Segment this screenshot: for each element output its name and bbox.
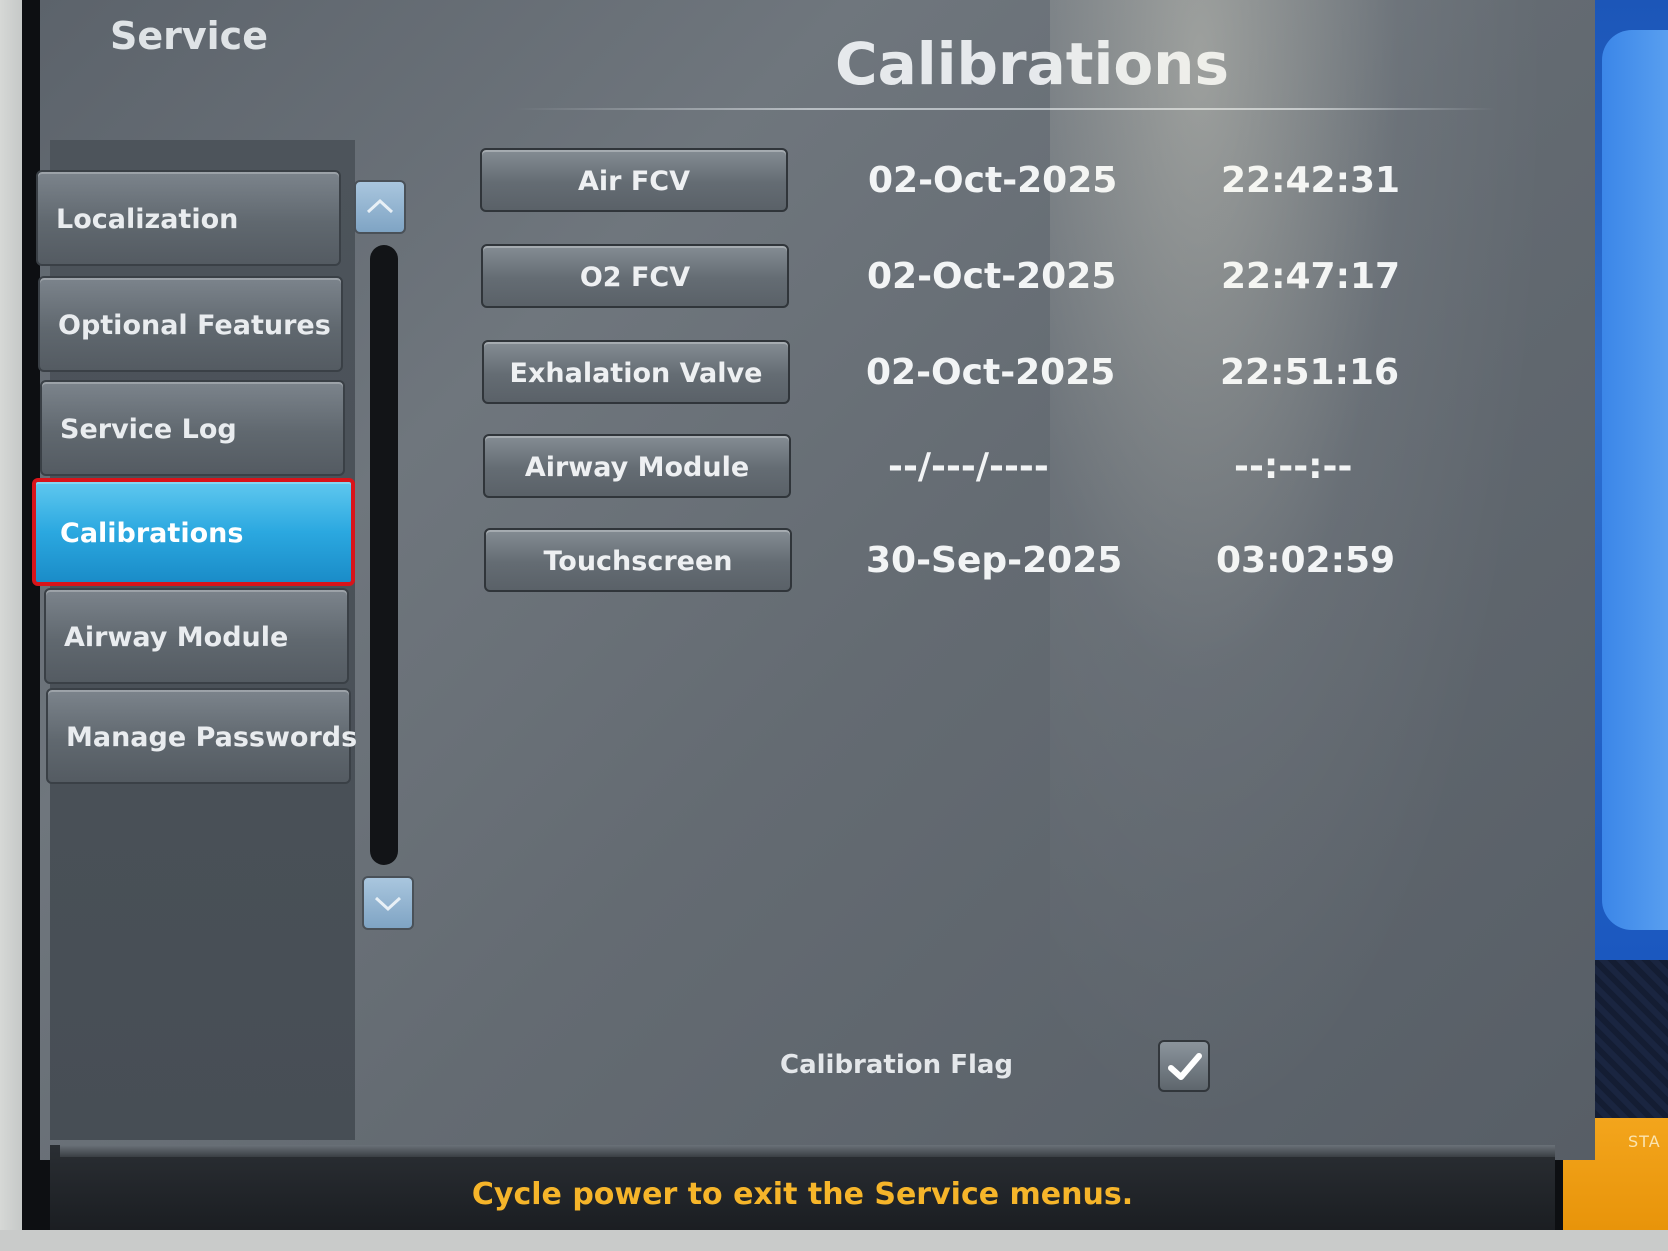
sidebar-item-label: Calibrations: [60, 518, 244, 549]
sidebar-item-label: Service Log: [60, 414, 237, 445]
calibrate-touchscreen-button[interactable]: Touchscreen: [484, 528, 792, 592]
sidebar-item-label: Localization: [56, 204, 239, 235]
calibration-date: 02-Oct-2025: [866, 352, 1116, 393]
page-title: Calibrations: [835, 30, 1229, 98]
section-title: Service: [110, 14, 268, 58]
device-bezel-bottom: [0, 1230, 1668, 1251]
sidebar-item-optional-features[interactable]: Optional Features: [38, 276, 343, 372]
sidebar-item-calibrations[interactable]: Calibrations: [32, 478, 355, 586]
checkmark-icon: [1168, 1053, 1202, 1080]
calibration-date: --/---/----: [888, 446, 1049, 487]
calibration-button-label: Airway Module: [524, 452, 750, 483]
calibration-date: 30-Sep-2025: [866, 540, 1123, 581]
calibration-time: 22:47:17: [1221, 256, 1401, 297]
status-bar-edge: [60, 1145, 1555, 1157]
calibration-date: 02-Oct-2025: [868, 160, 1118, 201]
calibration-button-label: Touchscreen: [543, 546, 733, 577]
start-button-label: STA: [1628, 1132, 1661, 1151]
sidebar-item-label: Manage Passwords: [66, 722, 358, 753]
calibration-flag-label: Calibration Flag: [780, 1050, 1014, 1080]
calibrate-o2-fcv-button[interactable]: O2 FCV: [481, 244, 789, 308]
scrollbar-track[interactable]: [370, 245, 398, 865]
sidebar-item-service-log[interactable]: Service Log: [40, 380, 345, 476]
calibration-button-label: Air FCV: [577, 166, 691, 197]
calibration-time: 03:02:59: [1216, 540, 1396, 581]
calibration-time: 22:42:31: [1221, 160, 1401, 201]
chevron-up-icon: [366, 198, 394, 214]
chevron-down-icon: [374, 896, 402, 912]
sidebar-item-label: Airway Module: [64, 622, 289, 653]
sidebar-item-manage-passwords[interactable]: Manage Passwords: [46, 688, 357, 784]
calibration-date: 02-Oct-2025: [867, 256, 1117, 297]
calibration-flag-checkbox[interactable]: [1158, 1040, 1210, 1092]
sidebar-item-airway-module[interactable]: Airway Module: [44, 588, 349, 684]
scroll-up-button[interactable]: [354, 180, 406, 234]
sidebar-item-localization[interactable]: Localization: [36, 170, 341, 266]
title-divider: [515, 108, 1495, 110]
scroll-down-button[interactable]: [362, 876, 414, 930]
status-message: Cycle power to exit the Service menus.: [471, 1177, 1134, 1212]
right-panel-tab: [1602, 30, 1668, 930]
sidebar-item-label: Optional Features: [58, 310, 331, 341]
calibration-button-label: O2 FCV: [579, 262, 691, 293]
calibration-button-label: Exhalation Valve: [509, 358, 763, 389]
calibrate-exhalation-valve-button[interactable]: Exhalation Valve: [482, 340, 790, 404]
calibrate-air-fcv-button[interactable]: Air FCV: [480, 148, 788, 212]
status-bar: Cycle power to exit the Service menus.: [50, 1145, 1555, 1235]
calibration-time: 22:51:16: [1220, 352, 1400, 393]
calibration-time: --:--:--: [1234, 446, 1353, 487]
calibrate-airway-module-button[interactable]: Airway Module: [483, 434, 791, 498]
